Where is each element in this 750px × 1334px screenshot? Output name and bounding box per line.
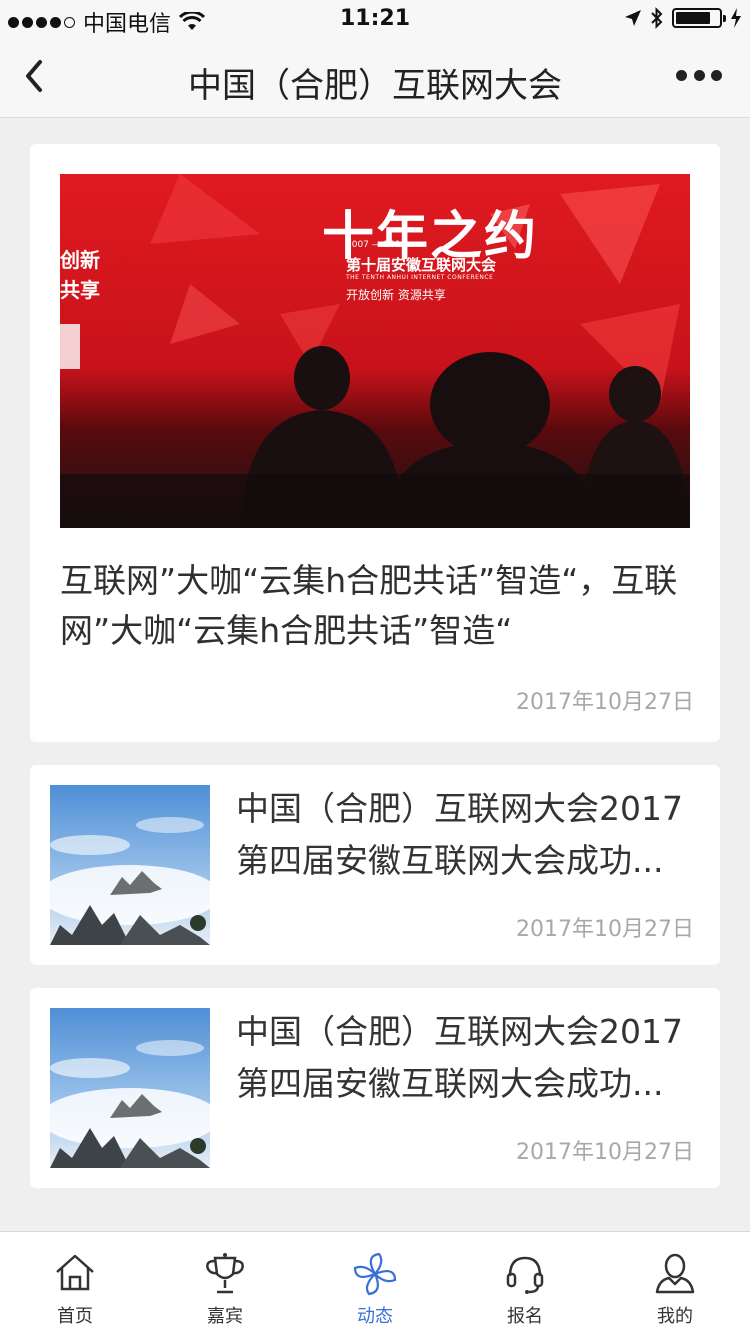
charging-icon: [731, 8, 741, 28]
featured-news-date: 2017年10月27日: [516, 690, 694, 715]
tab-register[interactable]: 报名: [450, 1232, 600, 1334]
mountain-landscape-image: [50, 785, 210, 945]
tab-label: 首页: [57, 1306, 93, 1327]
tab-label: 报名: [507, 1306, 543, 1327]
news-list-title-line1: 中国（合肥）互联网大会2017: [236, 789, 683, 828]
news-list-title-line2: 第四届安徽互联网大会成功...: [236, 1064, 664, 1103]
more-dots-icon: [676, 69, 687, 81]
tab-home[interactable]: 首页: [0, 1232, 150, 1334]
news-list-title[interactable]: 中国（合肥）互联网大会2017 第四届安徽互联网大会成功...: [236, 1006, 714, 1110]
pinwheel-icon: [353, 1252, 397, 1296]
news-list-title[interactable]: 中国（合肥）互联网大会2017 第四届安徽互联网大会成功...: [236, 783, 714, 887]
news-list-title-line2: 第四届安徽互联网大会成功...: [236, 841, 664, 880]
tab-label: 动态: [357, 1306, 393, 1327]
stage-conference-en: THE TENTH ANHUI INTERNET CONFERENCE: [346, 274, 494, 281]
news-feed[interactable]: 十年之约 2007 — 2016 第十届安徽互联网大会 THE TENTH AN…: [0, 119, 750, 1231]
featured-image: 十年之约 2007 — 2016 第十届安徽互联网大会 THE TENTH AN…: [60, 174, 690, 528]
stage-years: 2007 — 2016: [346, 240, 407, 250]
user-icon: [655, 1253, 695, 1294]
more-button[interactable]: [676, 68, 722, 82]
tab-label: 嘉宾: [207, 1306, 243, 1327]
stage-conference-name: 第十届安徽互联网大会: [346, 256, 497, 274]
stage-slogan: 开放创新 资源共享: [346, 288, 446, 302]
news-thumbnail: [50, 1008, 210, 1168]
featured-news-title[interactable]: 互联网”大咖“云集h合肥共话”智造“，互联网”大咖“云集h合肥共话”智造“: [60, 556, 690, 656]
tab-bar: 首页 嘉宾 动态 报名 我的: [0, 1231, 750, 1334]
battery-icon: [672, 8, 726, 28]
news-list-date: 2017年10月27日: [516, 917, 694, 942]
featured-news-card[interactable]: 十年之约 2007 — 2016 第十届安徽互联网大会 THE TENTH AN…: [30, 144, 720, 742]
news-thumbnail: [50, 785, 210, 945]
nav-bar: 中国（合肥）互联网大会: [0, 40, 750, 118]
tab-guests[interactable]: 嘉宾: [150, 1232, 300, 1334]
status-bar: 中国电信 11:21: [0, 0, 750, 40]
chevron-left-icon: [26, 60, 42, 92]
home-icon: [56, 1254, 94, 1291]
mountain-landscape-image: [50, 1008, 210, 1168]
stage-side-text-1: 创新: [60, 248, 100, 272]
news-list-date: 2017年10月27日: [516, 1140, 694, 1165]
stage-side-text-2: 共享: [60, 278, 100, 302]
location-icon: [625, 10, 641, 26]
status-right: [624, 7, 742, 29]
bluetooth-icon: [651, 7, 663, 29]
news-list-item[interactable]: 中国（合肥）互联网大会2017 第四届安徽互联网大会成功... 2017年10月…: [30, 765, 720, 965]
news-list-item[interactable]: 中国（合肥）互联网大会2017 第四届安徽互联网大会成功... 2017年10月…: [30, 988, 720, 1188]
back-button[interactable]: [18, 54, 58, 98]
page-title: 中国（合肥）互联网大会: [188, 66, 562, 106]
tab-label: 我的: [657, 1306, 693, 1327]
headset-icon: [506, 1256, 544, 1294]
trophy-icon: [206, 1253, 244, 1294]
tab-mine[interactable]: 我的: [600, 1232, 750, 1334]
news-list-title-line1: 中国（合肥）互联网大会2017: [236, 1012, 683, 1051]
tab-news[interactable]: 动态: [300, 1232, 450, 1334]
